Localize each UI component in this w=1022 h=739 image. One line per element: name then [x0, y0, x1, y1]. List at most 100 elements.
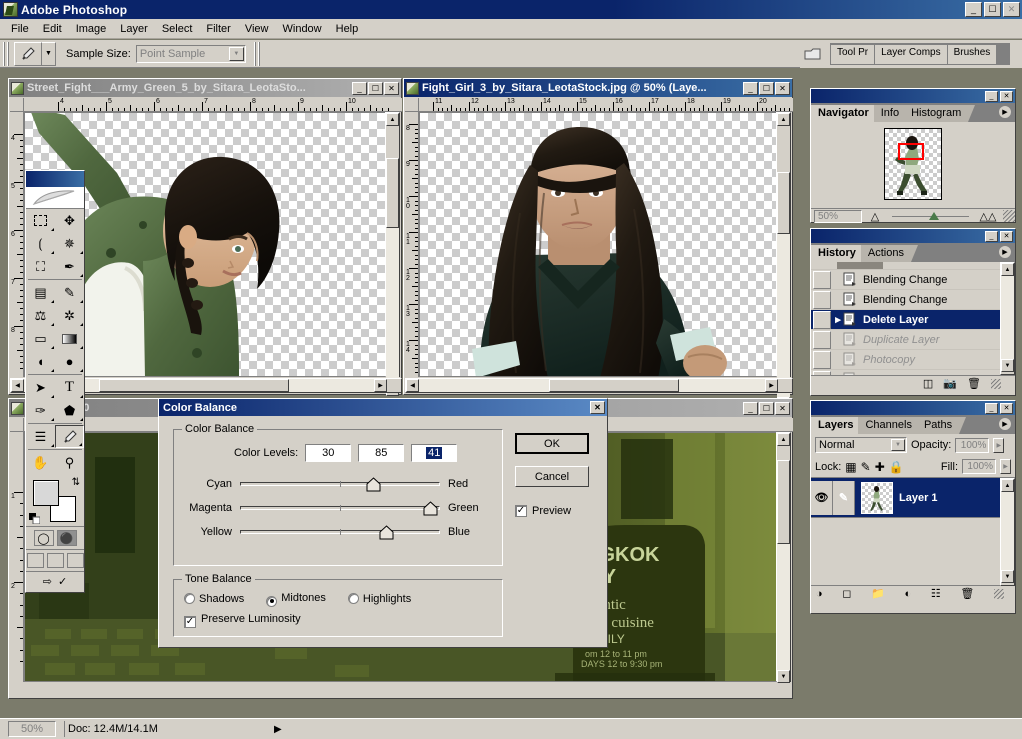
scroll-left-arrow-icon[interactable]: ◀ [406, 379, 419, 392]
canvas-fight-girl[interactable] [419, 112, 778, 377]
panel-close-button[interactable]: ✕ [1000, 403, 1013, 414]
scroll-up-arrow-icon[interactable]: ▲ [777, 433, 790, 446]
shape-tool[interactable]: ⬟ [55, 399, 84, 422]
tab-navigator[interactable]: Navigator [811, 105, 876, 122]
lock-all-icon[interactable]: 🔒 [889, 460, 904, 474]
history-snapshot-checkbox[interactable] [813, 331, 831, 349]
navigator-titlebar[interactable]: _ ✕ [811, 89, 1015, 103]
radio-midtones[interactable]: Midtones [266, 592, 326, 607]
navigator-thumbnail[interactable] [884, 128, 942, 200]
crop-tool[interactable]: ⛶ [26, 255, 55, 278]
tool-preset-dropdown[interactable]: ▼ [42, 42, 56, 66]
well-tab-layer-comps[interactable]: Layer Comps [875, 45, 947, 64]
ok-button[interactable]: OK [515, 433, 589, 454]
fill-stepper-arrow-icon[interactable]: ▶ [1000, 459, 1011, 474]
marquee-tool[interactable] [26, 209, 55, 232]
doc-close-button[interactable]: ✕ [775, 82, 790, 95]
close-icon[interactable]: ✕ [590, 401, 605, 414]
scroll-up-arrow-icon[interactable]: ▲ [777, 113, 790, 126]
preserve-luminosity-row[interactable]: ✓Preserve Luminosity [184, 613, 502, 628]
history-snapshot-checkbox[interactable] [813, 351, 831, 369]
scroll-left-arrow-icon[interactable]: ◀ [11, 379, 24, 392]
delete-state-icon[interactable]: 🗑 [967, 377, 981, 390]
vertical-scroll-thumb[interactable] [386, 158, 399, 228]
fill-field[interactable]: 100% [962, 459, 996, 474]
vertical-ruler[interactable]: 12 [10, 432, 24, 682]
scroll-right-arrow-icon[interactable]: ▶ [765, 379, 778, 392]
navigator-view-box[interactable] [898, 143, 924, 160]
tab-histogram[interactable]: Histogram [904, 105, 968, 122]
slider-thumb-yellow-blue[interactable] [379, 525, 394, 540]
layer-row-layer-1[interactable]: 👁 ✎ Layer 1 [811, 478, 1000, 518]
scroll-right-arrow-icon[interactable]: ▶ [374, 379, 387, 392]
options-bar-grip-right[interactable] [254, 42, 262, 66]
history-scrollbar[interactable]: ▲ ▼ [1000, 262, 1015, 375]
horizontal-ruler[interactable]: 11121314151617181920 [405, 98, 793, 112]
scroll-up-arrow-icon[interactable]: ▲ [1001, 479, 1014, 492]
menu-item-image[interactable]: Image [69, 21, 114, 37]
doc-maximize-button[interactable]: ☐ [368, 82, 383, 95]
layers-scrollbar[interactable]: ▲ ▼ [1000, 478, 1015, 586]
panel-minimize-button[interactable]: _ [985, 403, 998, 414]
document-window-fight-girl[interactable]: Fight_Girl_3_by_Sitara_LeotaStock.jpg @ … [403, 78, 793, 395]
hand-tool[interactable]: ✋ [26, 451, 55, 474]
layers-titlebar[interactable]: _ ✕ [811, 401, 1015, 415]
type-tool[interactable]: T [55, 376, 84, 399]
new-group-icon[interactable]: 📁 [871, 587, 885, 600]
adjustment-layer-icon[interactable]: ◐ [904, 588, 911, 600]
standard-mask-mode-icon[interactable]: ◯ [34, 530, 54, 546]
canvas-vertical-scrollbar[interactable]: ▲ ▼ [385, 112, 400, 377]
restore-button[interactable]: ☐ [984, 2, 1001, 17]
tab-info[interactable]: Info [874, 105, 906, 122]
default-colors-icon[interactable] [29, 513, 40, 524]
navigator-zoom-slider[interactable] [892, 210, 969, 223]
layer-visibility-eye-icon[interactable]: 👁 [811, 481, 833, 515]
navigator-panel[interactable]: _ ✕ Navigator Info Histogram ▶ [810, 88, 1016, 223]
slider-thumb-cyan-red[interactable] [366, 477, 381, 492]
panel-menu-icon[interactable]: ▶ [998, 245, 1012, 259]
swap-colors-icon[interactable]: ⇅ [72, 477, 80, 488]
standard-screen-icon[interactable] [27, 553, 44, 568]
history-snapshot-checkbox[interactable] [813, 271, 831, 289]
tab-layers[interactable]: Layers [811, 417, 860, 434]
scroll-down-arrow-icon[interactable]: ▼ [777, 670, 790, 683]
delete-layer-icon[interactable]: 🗑 [960, 587, 974, 600]
horizontal-scroll-thumb[interactable] [549, 379, 679, 392]
document-titlebar[interactable]: Street_Fight___Army_Green_5_by_Sitara_Le… [9, 79, 401, 97]
menu-item-layer[interactable]: Layer [113, 21, 155, 37]
clone-stamp-tool[interactable]: ⚖ [26, 304, 55, 327]
canvas-vertical-scrollbar[interactable]: ▲ ▼ [776, 432, 791, 682]
vertical-ruler[interactable]: 891011121314 [405, 112, 419, 377]
layers-panel[interactable]: _ ✕ Layers Channels Paths ▶ Normal ▼ Opa… [810, 400, 1016, 614]
tab-history[interactable]: History [811, 245, 863, 262]
layer-mask-icon[interactable]: ◻ [842, 587, 851, 600]
minimize-button[interactable]: _ [965, 2, 982, 17]
panel-resize-grip[interactable] [1003, 210, 1015, 222]
foreground-color-swatch[interactable] [33, 480, 59, 506]
history-brush-tool[interactable]: ✲ [55, 304, 84, 327]
history-panel[interactable]: _ ✕ History Actions ▶ Blending Change [810, 228, 1016, 396]
history-item[interactable]: Duplicate Layer [811, 330, 1000, 350]
history-snapshot-checkbox[interactable] [813, 311, 831, 329]
close-button[interactable]: ✕ [1003, 2, 1020, 17]
toolbox-palette[interactable]: ✥ ⟮ ✵ ⛶ ✒ ▤ ✎ ⚖ ✲ ▭ ◖ ● ➤ T ✑ ⬟ ☰ [25, 170, 85, 593]
pen-tool[interactable]: ✑ [26, 399, 55, 422]
slider-magenta-green[interactable]: Magenta Green [174, 498, 502, 518]
color-level-red-input[interactable]: 30 [305, 444, 351, 462]
current-tool-eyedropper-icon[interactable] [14, 42, 42, 66]
preview-checkbox[interactable]: ✓ Preview [515, 505, 589, 517]
panel-close-button[interactable]: ✕ [1000, 91, 1013, 102]
layer-thumbnail[interactable] [861, 482, 893, 514]
dialog-titlebar[interactable]: Color Balance ✕ [159, 399, 607, 416]
doc-close-button[interactable]: ✕ [384, 82, 399, 95]
canvas-horizontal-scrollbar[interactable]: ◀ ▶ [405, 378, 793, 393]
vertical-scroll-thumb[interactable] [777, 172, 790, 234]
lock-image-icon[interactable]: ✎ [861, 460, 871, 474]
doc-minimize-button[interactable]: _ [352, 82, 367, 95]
history-list[interactable]: Blending Change Blending Change ▸ [811, 262, 1015, 375]
cancel-button[interactable]: Cancel [515, 466, 589, 487]
jump-to-imageready-icon[interactable]: ⇨ [43, 575, 52, 588]
lock-transparency-icon[interactable]: ▦ [845, 460, 856, 474]
menu-item-window[interactable]: Window [276, 21, 329, 37]
lasso-tool[interactable]: ⟮ [26, 232, 55, 255]
